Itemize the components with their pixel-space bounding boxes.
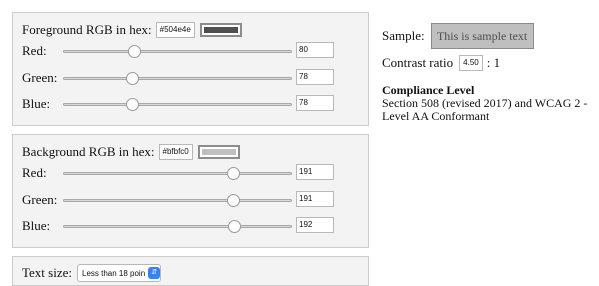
foreground-green-label: Green: <box>22 70 58 85</box>
sample-row: Sample: This is sample text <box>382 23 534 49</box>
background-hex-input[interactable]: #bfbfc0 <box>158 144 193 160</box>
foreground-blue-slider[interactable] <box>63 98 292 111</box>
compliance-text: Section 508 (revised 2017) and WCAG 2 - … <box>382 96 588 123</box>
foreground-green-thumb[interactable] <box>126 72 140 85</box>
sample-text-box: This is sample text <box>430 23 534 49</box>
foreground-panel: Foreground RGB in hex: #504e4e Red: 80 G… <box>12 12 369 126</box>
background-green-row: Green: 191 <box>22 191 362 209</box>
foreground-hex-input[interactable]: #504e4e <box>155 22 195 38</box>
contrast-label: Contrast ratio <box>382 55 454 70</box>
background-green-thumb[interactable] <box>227 194 241 207</box>
background-hex-row: Background RGB in hex: #bfbfc0 <box>22 143 240 161</box>
foreground-green-input[interactable]: 78 <box>296 69 334 85</box>
select-chevron-icon: ⇵ <box>148 267 161 279</box>
foreground-hex-label: Foreground RGB in hex: <box>22 22 152 37</box>
text-size-selected-value: Less than 18 poin <box>82 268 146 278</box>
foreground-hex-row: Foreground RGB in hex: #504e4e <box>22 21 242 39</box>
contrast-ratio-value: 4.50 <box>459 55 483 71</box>
foreground-red-slider[interactable] <box>63 45 292 58</box>
foreground-red-input[interactable]: 80 <box>296 42 334 58</box>
text-size-select[interactable]: Less than 18 poin ⇵ <box>77 264 162 282</box>
foreground-blue-input[interactable]: 78 <box>296 95 334 111</box>
text-size-label: Text size: <box>22 265 72 280</box>
background-red-thumb[interactable] <box>227 167 241 180</box>
background-blue-thumb[interactable] <box>227 220 241 233</box>
foreground-red-row: Red: 80 <box>22 42 362 60</box>
background-blue-label: Blue: <box>22 218 51 233</box>
background-red-input[interactable]: 191 <box>296 164 334 180</box>
foreground-red-thumb[interactable] <box>128 45 142 58</box>
background-green-slider[interactable] <box>63 194 292 207</box>
background-green-label: Green: <box>22 192 58 207</box>
foreground-blue-row: Blue: 78 <box>22 95 362 113</box>
contrast-row: Contrast ratio 4.50 : 1 <box>382 55 500 71</box>
sample-label: Sample: <box>382 28 425 43</box>
background-red-row: Red: 191 <box>22 164 362 182</box>
foreground-blue-label: Blue: <box>22 96 51 111</box>
foreground-green-row: Green: 78 <box>22 69 362 87</box>
background-red-label: Red: <box>22 165 47 180</box>
background-color-swatch[interactable] <box>197 145 240 159</box>
contrast-suffix: : 1 <box>486 55 501 70</box>
text-size-panel: Text size: Less than 18 poin ⇵ <box>12 256 369 286</box>
background-green-input[interactable]: 191 <box>296 191 334 207</box>
background-swatch-fill <box>201 149 236 155</box>
background-hex-label: Background RGB in hex: <box>22 144 155 159</box>
background-blue-slider[interactable] <box>63 220 292 233</box>
text-size-row: Text size: Less than 18 poin ⇵ <box>22 264 162 282</box>
foreground-blue-thumb[interactable] <box>126 98 140 111</box>
foreground-swatch-fill <box>203 27 238 33</box>
background-blue-input[interactable]: 192 <box>296 217 334 233</box>
compliance-section: Compliance Level Section 508 (revised 20… <box>382 84 594 123</box>
background-panel: Background RGB in hex: #bfbfc0 Red: 191 … <box>12 134 369 248</box>
foreground-green-slider[interactable] <box>63 72 292 85</box>
foreground-color-swatch[interactable] <box>199 23 242 37</box>
foreground-red-label: Red: <box>22 43 47 58</box>
background-red-slider[interactable] <box>63 167 292 180</box>
background-blue-row: Blue: 192 <box>22 217 362 235</box>
